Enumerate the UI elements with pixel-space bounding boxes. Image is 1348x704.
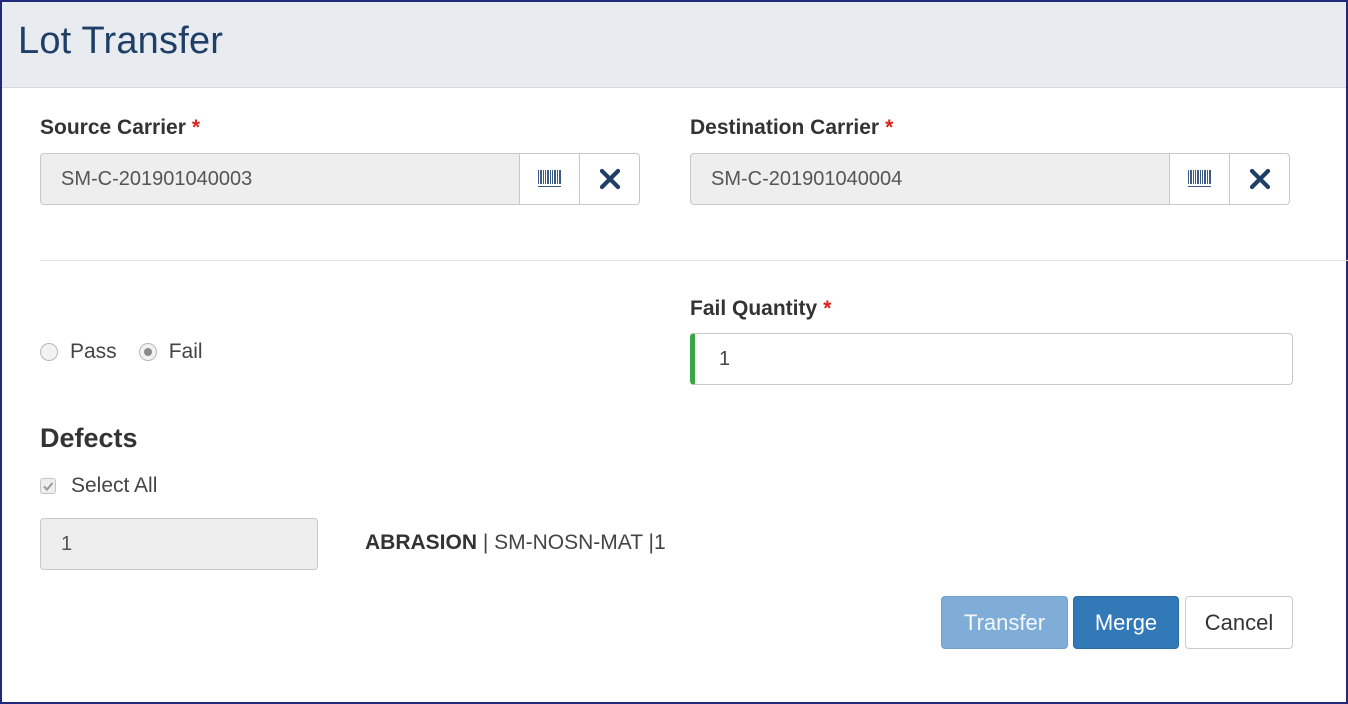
select-all-row: Select All <box>40 474 157 498</box>
source-carrier-group: SM-C-201901040003 <box>40 153 640 205</box>
source-clear-button[interactable] <box>580 153 640 205</box>
source-carrier-input[interactable]: SM-C-201901040003 <box>40 153 520 205</box>
fail-radio-label[interactable]: Fail <box>169 340 203 364</box>
pass-radio[interactable] <box>40 343 58 361</box>
merge-button[interactable]: Merge <box>1073 596 1179 649</box>
fail-radio[interactable] <box>138 343 157 361</box>
page-title: Lot Transfer <box>18 20 224 62</box>
destination-carrier-label-text: Destination Carrier <box>690 116 880 139</box>
defect-description: ABRASION | SM-NOSN-MAT |1 <box>365 531 666 555</box>
cancel-button[interactable]: Cancel <box>1185 596 1293 649</box>
fail-quantity-input[interactable]: 1 <box>690 333 1293 385</box>
defect-quantity-input[interactable]: 1 <box>40 518 318 570</box>
destination-clear-button[interactable] <box>1230 153 1290 205</box>
select-all-label[interactable]: Select All <box>71 474 157 498</box>
barcode-icon <box>1187 170 1211 187</box>
source-carrier-label: Source Carrier * <box>40 116 200 140</box>
pass-radio-label[interactable]: Pass <box>70 340 117 364</box>
defects-heading: Defects <box>40 423 138 453</box>
required-mark: * <box>885 116 894 139</box>
source-carrier-label-text: Source Carrier <box>40 116 186 139</box>
destination-carrier-input[interactable]: SM-C-201901040004 <box>690 153 1170 205</box>
result-radio-group: Pass Fail <box>40 340 225 364</box>
destination-scan-button[interactable] <box>1170 153 1230 205</box>
defect-code: ABRASION <box>365 531 478 554</box>
required-mark: * <box>191 116 201 139</box>
source-scan-button[interactable] <box>520 153 580 205</box>
destination-carrier-label: Destination Carrier * <box>690 116 893 140</box>
fail-quantity-label: Fail Quantity * <box>690 297 831 321</box>
dialog-header: Lot Transfer <box>2 2 1346 88</box>
checkmark-icon <box>43 482 54 491</box>
destination-carrier-group: SM-C-201901040004 <box>690 153 1290 205</box>
section-divider <box>40 260 1348 261</box>
close-icon <box>599 168 620 190</box>
barcode-icon <box>537 170 561 187</box>
select-all-checkbox[interactable] <box>40 478 56 494</box>
fail-quantity-label-text: Fail Quantity <box>690 297 818 320</box>
defect-detail: | SM-NOSN-MAT |1 <box>477 531 666 554</box>
required-mark: * <box>823 297 832 320</box>
close-icon <box>1249 168 1270 190</box>
transfer-button[interactable]: Transfer <box>941 596 1068 649</box>
